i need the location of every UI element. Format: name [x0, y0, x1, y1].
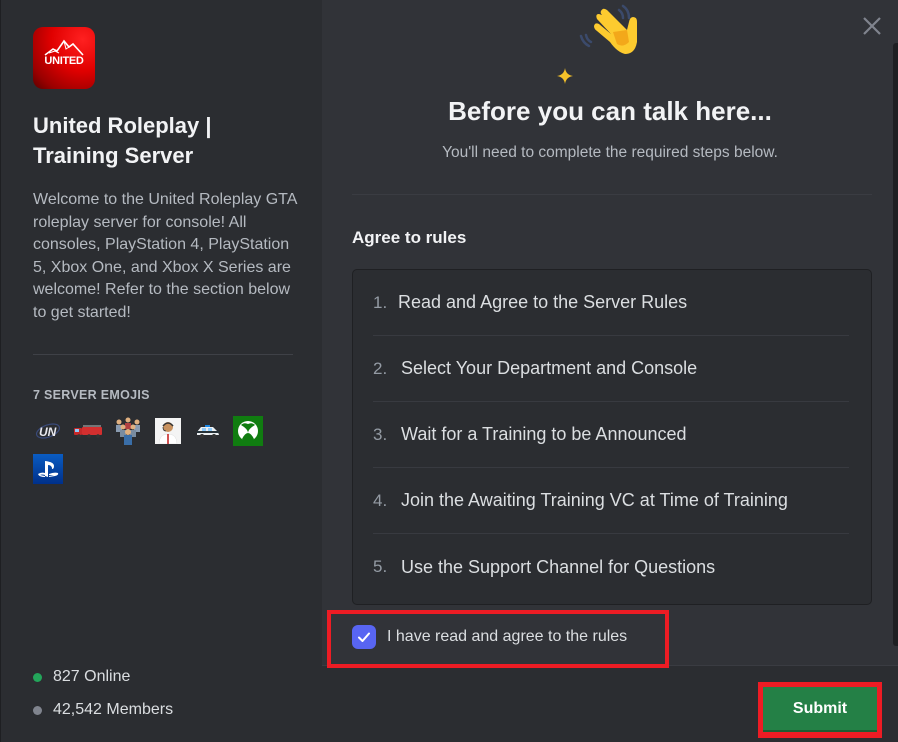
rule-number: 4. [373, 490, 388, 510]
server-icon-text: UNITED [44, 55, 84, 67]
modal-subtitle: You'll need to complete the required ste… [442, 144, 778, 161]
fire-truck-emoji[interactable] [73, 416, 103, 446]
sparkle-icon [557, 68, 573, 84]
agree-label: I have read and agree to the rules [387, 628, 628, 645]
waving-hand-icon [579, 4, 637, 54]
rule-item: 3. Wait for a Training to be Announced [373, 402, 849, 468]
un-logo-emoji[interactable]: UN [33, 416, 63, 446]
member-count-text: 42,542 Members [53, 701, 174, 718]
close-button[interactable] [858, 12, 886, 40]
scrollbar[interactable] [893, 43, 898, 646]
members-status-dot [33, 705, 42, 715]
rule-text: Select Your Department and Console [401, 358, 698, 378]
server-info-sidebar: UNITED United Roleplay | Training Server… [0, 0, 322, 742]
modal-title: Before you can talk here... [448, 96, 772, 126]
section-title: Agree to rules [352, 228, 467, 247]
member-count: 42,542 Members [33, 701, 173, 719]
submit-button[interactable]: Submit [763, 687, 877, 732]
server-icon: UNITED [33, 27, 95, 89]
rule-text: Read and Agree to the Server Rules [398, 292, 688, 312]
xbox-emoji[interactable] [233, 416, 263, 446]
rule-item: 1. Read and Agree to the Server Rules [373, 270, 849, 336]
police-car-emoji[interactable] [193, 416, 223, 446]
rule-item: 5. Use the Support Channel for Questions [373, 534, 849, 600]
svg-text:UN: UN [39, 425, 57, 439]
header-divider [352, 194, 872, 195]
rule-number: 2. [373, 358, 388, 378]
rule-number: 5. [373, 557, 388, 576]
server-name: United Roleplay | Training Server [33, 113, 212, 168]
agree-checkbox-row[interactable]: I have read and agree to the rules [352, 625, 627, 649]
playstation-emoji[interactable] [33, 454, 63, 484]
agree-checkbox[interactable] [352, 625, 376, 649]
rule-number: 3. [373, 424, 388, 444]
support-agent-emoji[interactable] [153, 416, 183, 446]
online-count: 827 Online [33, 668, 130, 686]
online-count-text: 827 Online [53, 668, 131, 685]
group-emoji[interactable] [113, 416, 143, 446]
emoji-heading: 7 SERVER EMOJIS [33, 388, 150, 402]
checkmark-icon [358, 632, 370, 642]
server-description: Welcome to the United Roleplay GTA rolep… [33, 191, 297, 321]
rule-item: 2. Select Your Department and Console [373, 336, 849, 402]
emoji-grid: UN [33, 416, 283, 484]
rule-item: 4. Join the Awaiting Training VC at Time… [373, 468, 849, 534]
rule-number: 1. [373, 292, 388, 312]
rule-text: Use the Support Channel for Questions [401, 556, 716, 577]
sidebar-divider [33, 354, 293, 355]
rule-text: Join the Awaiting Training VC at Time of… [401, 490, 788, 510]
rule-text: Wait for a Training to be Announced [401, 424, 687, 444]
online-status-dot [33, 672, 42, 682]
close-icon[interactable] [862, 16, 882, 36]
rules-list: 1. Read and Agree to the Server Rules 2.… [352, 269, 872, 605]
